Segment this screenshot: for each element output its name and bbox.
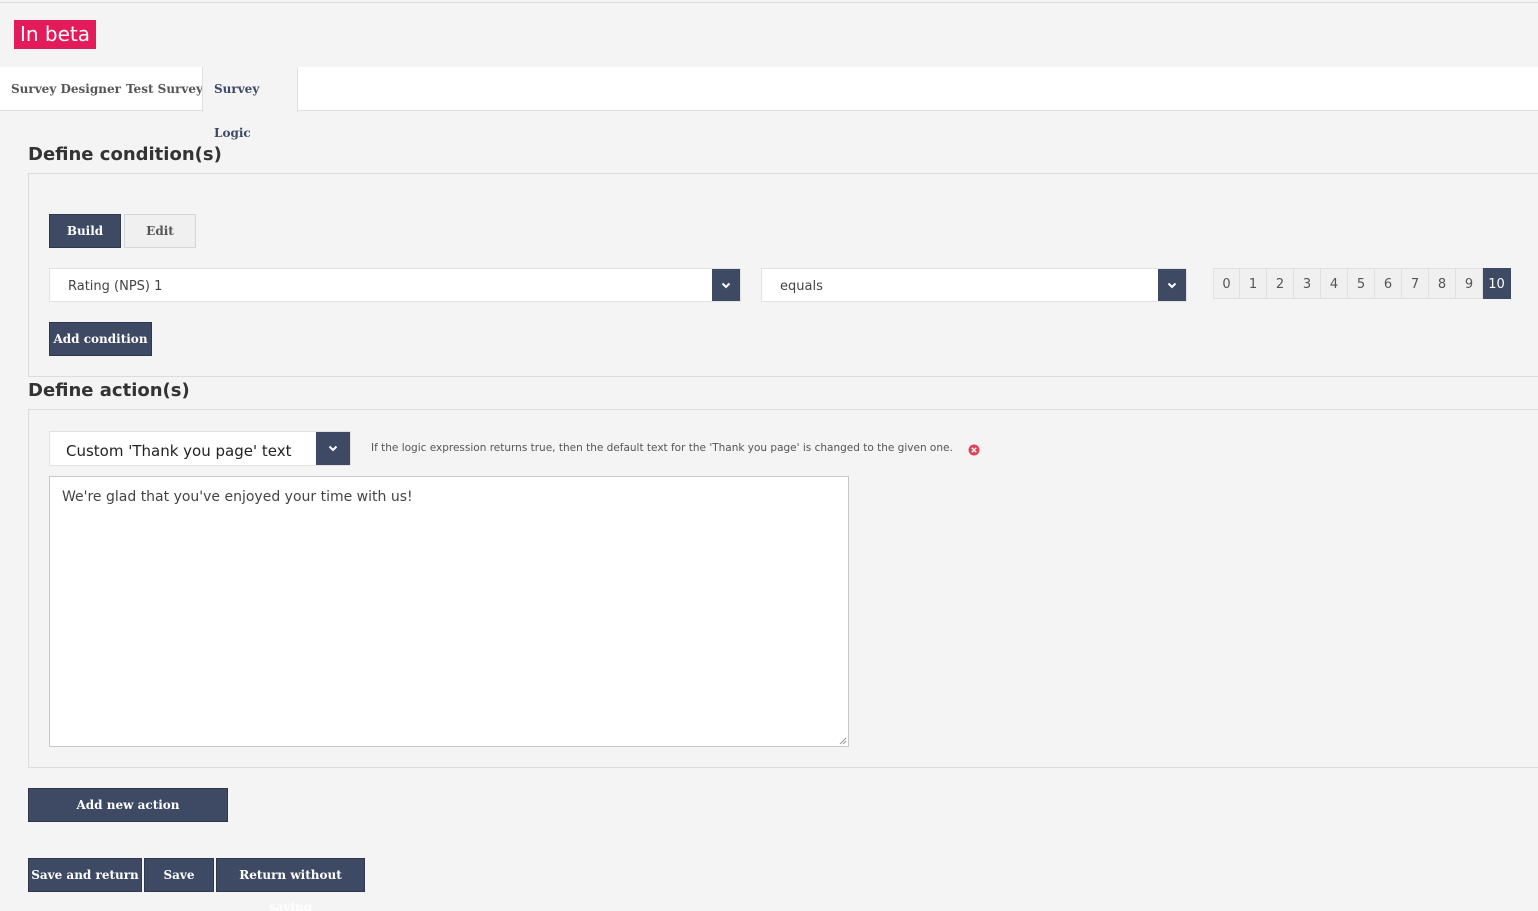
action-type-select[interactable]: Custom 'Thank you page' text <box>49 431 351 466</box>
tab-bar: Survey Designer Test Survey Survey Logic <box>0 67 1538 140</box>
conditions-heading: Define condition(s) <box>28 144 222 165</box>
remove-action-icon[interactable] <box>968 444 980 456</box>
edit-button[interactable]: Edit <box>124 214 196 248</box>
rating-value-selector: 0 1 2 3 4 5 6 7 8 9 10 <box>1213 268 1511 299</box>
tab-survey-designer[interactable]: Survey Designer <box>0 67 132 111</box>
operator-select-value: equals <box>780 279 823 294</box>
tab-test-survey[interactable]: Test Survey <box>115 67 214 111</box>
chevron-down-icon <box>712 269 740 301</box>
save-button[interactable]: Save <box>144 858 214 892</box>
rating-option-3[interactable]: 3 <box>1294 268 1321 299</box>
rating-option-8[interactable]: 8 <box>1429 268 1456 299</box>
actions-heading: Define action(s) <box>28 380 190 401</box>
save-and-return-button[interactable]: Save and return <box>28 858 142 892</box>
operator-select[interactable]: equals <box>761 268 1187 302</box>
question-select-value: Rating (NPS) 1 <box>68 279 163 294</box>
action-type-select-value: Custom 'Thank you page' text <box>66 442 292 460</box>
rating-option-4[interactable]: 4 <box>1321 268 1348 299</box>
return-without-saving-button[interactable]: Return without saving <box>216 858 365 911</box>
rating-option-9[interactable]: 9 <box>1456 268 1483 299</box>
beta-badge: In beta <box>14 20 97 49</box>
question-select[interactable]: Rating (NPS) 1 <box>49 268 741 302</box>
chevron-down-icon <box>316 432 350 465</box>
thank-you-text-input[interactable] <box>49 476 849 747</box>
tab-survey-logic[interactable]: Survey Logic <box>202 67 298 140</box>
rating-option-1[interactable]: 1 <box>1240 268 1267 299</box>
chevron-down-icon <box>1158 269 1186 301</box>
rating-option-7[interactable]: 7 <box>1402 268 1429 299</box>
rating-option-2[interactable]: 2 <box>1267 268 1294 299</box>
rating-option-6[interactable]: 6 <box>1375 268 1402 299</box>
resize-handle-icon[interactable] <box>837 735 847 745</box>
rating-option-10[interactable]: 10 <box>1483 268 1511 299</box>
add-new-action-button[interactable]: Add new action <box>28 788 228 822</box>
top-divider <box>0 2 1538 3</box>
rating-option-5[interactable]: 5 <box>1348 268 1375 299</box>
rating-option-0[interactable]: 0 <box>1213 268 1240 299</box>
build-button[interactable]: Build <box>49 214 121 248</box>
add-condition-button[interactable]: Add condition <box>49 322 152 356</box>
action-hint-text: If the logic expression returns true, th… <box>371 442 953 454</box>
